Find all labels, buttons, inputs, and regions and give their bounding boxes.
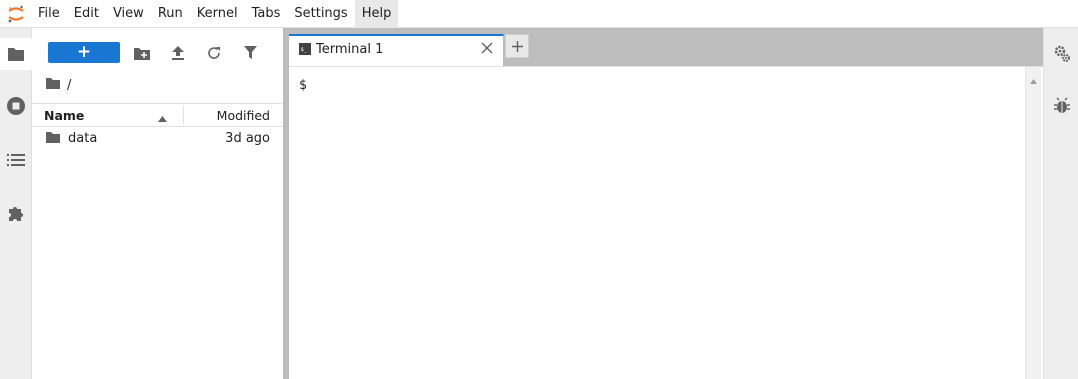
menu-help[interactable]: Help xyxy=(354,0,399,28)
menu-settings[interactable]: Settings xyxy=(287,0,354,28)
file-browser-toolbar: + xyxy=(32,28,283,74)
main-dock-area: $_ Terminal 1 $ xyxy=(289,28,1043,379)
sort-ascending-icon[interactable] xyxy=(158,111,167,126)
tab-bar: $_ Terminal 1 xyxy=(289,28,1043,66)
breadcrumb: / xyxy=(46,76,71,94)
menu-run[interactable]: Run xyxy=(151,0,190,28)
extension-icon[interactable] xyxy=(0,197,32,229)
scroll-up-icon[interactable] xyxy=(1030,73,1037,88)
new-launcher-button[interactable]: + xyxy=(48,42,120,63)
right-sidebar xyxy=(1043,28,1078,379)
jupyter-logo-icon[interactable] xyxy=(0,0,31,28)
add-tab-button[interactable] xyxy=(505,34,529,58)
file-list-item[interactable]: data 3d ago xyxy=(32,128,283,150)
toc-icon[interactable] xyxy=(0,144,32,176)
menu-tabs[interactable]: Tabs xyxy=(245,0,288,28)
property-inspector-icon[interactable] xyxy=(1044,38,1078,70)
menu-bar: File Edit View Run Kernel Tabs Settings … xyxy=(0,0,1078,28)
file-name: data xyxy=(68,131,98,146)
running-icon[interactable] xyxy=(0,90,32,122)
left-sidebar xyxy=(0,28,32,379)
menu-view[interactable]: View xyxy=(106,0,151,28)
menu-file[interactable]: File xyxy=(31,0,67,28)
column-name-header[interactable]: Name xyxy=(44,108,84,123)
new-folder-icon[interactable] xyxy=(130,41,154,65)
terminal-panel[interactable]: $ xyxy=(289,66,1043,379)
filter-icon[interactable] xyxy=(238,41,262,65)
terminal-prompt: $ xyxy=(299,78,307,93)
tab-terminal-1[interactable]: $_ Terminal 1 xyxy=(289,34,504,66)
column-modified-header[interactable]: Modified xyxy=(217,108,270,123)
folder-icon[interactable] xyxy=(0,38,32,70)
folder-icon xyxy=(46,131,60,147)
file-browser: + / Name Modified data 3d ago xyxy=(32,28,283,379)
menu-kernel[interactable]: Kernel xyxy=(190,0,245,28)
breadcrumb-path[interactable]: / xyxy=(67,78,71,93)
close-icon[interactable] xyxy=(481,42,493,58)
file-modified: 3d ago xyxy=(225,131,270,146)
svg-text:$_: $_ xyxy=(301,47,308,53)
menu-edit[interactable]: Edit xyxy=(67,0,106,28)
column-divider[interactable] xyxy=(183,106,184,124)
upload-icon[interactable] xyxy=(166,41,190,65)
terminal-scrollbar[interactable] xyxy=(1025,67,1041,379)
root-folder-icon[interactable] xyxy=(46,77,60,93)
debugger-icon[interactable] xyxy=(1044,90,1078,122)
jupyterlab-window: File Edit View Run Kernel Tabs Settings … xyxy=(0,0,1078,379)
tab-label: Terminal 1 xyxy=(316,42,384,57)
file-list-header: Name Modified xyxy=(32,103,283,127)
refresh-icon[interactable] xyxy=(202,41,226,65)
terminal-icon: $_ xyxy=(299,43,311,59)
